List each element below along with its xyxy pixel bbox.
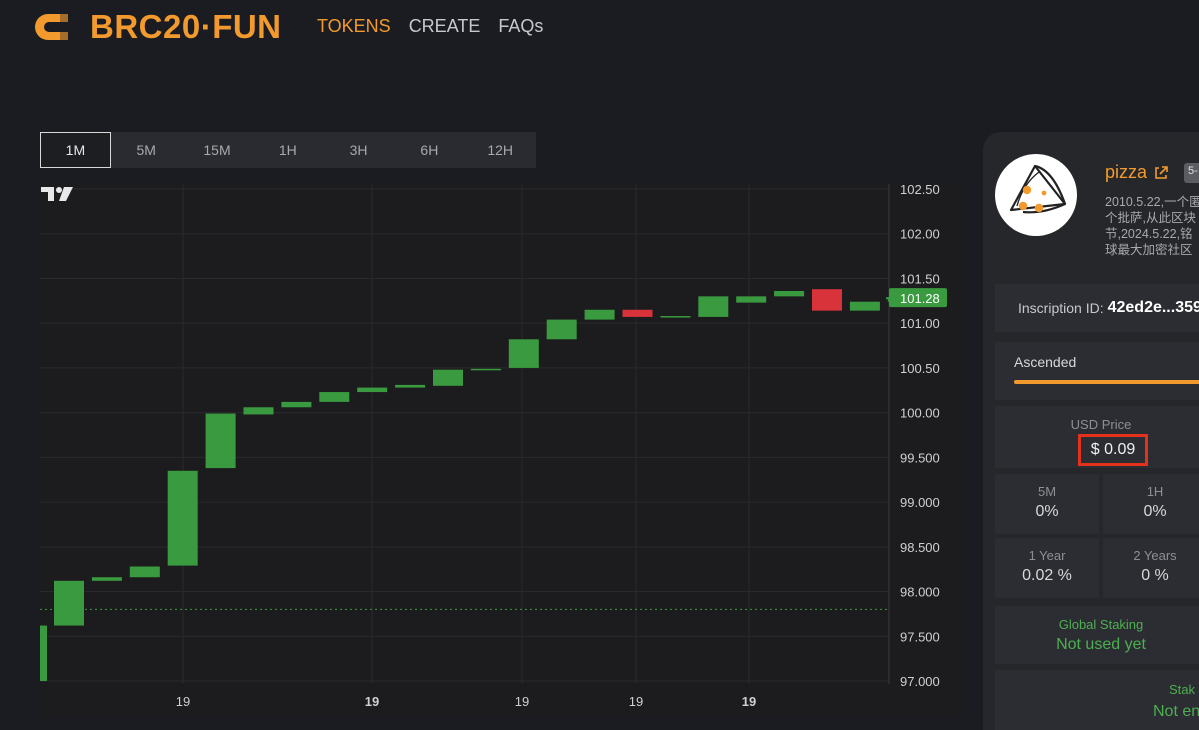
- description-line: 个批萨,从此区块: [1105, 211, 1196, 225]
- x-tick-label: 19: [629, 694, 643, 709]
- stat-value: 0.02 %: [1022, 567, 1072, 584]
- candle-bar: [395, 384, 426, 388]
- candle-bar: [774, 290, 805, 297]
- candle-bar: [281, 401, 312, 408]
- token-name[interactable]: pizza: [1105, 162, 1147, 183]
- stat-1h: 1H 0%: [1103, 474, 1199, 534]
- main-nav: TOKENS CREATE FAQs: [317, 16, 543, 37]
- external-link-icon[interactable]: [1153, 165, 1169, 181]
- candle-bar: [470, 368, 501, 371]
- candle-bar: [167, 470, 198, 566]
- stat-value: 0%: [1143, 503, 1167, 520]
- y-tick-label: 99.000: [900, 495, 940, 510]
- stat-label: 1H: [1146, 484, 1164, 499]
- candlestick-chart-svg[interactable]: 102.50 102.00 101.50 101.00 100.50 100.00 99.5…: [40, 184, 964, 717]
- ascended-progress-box: Ascended: [995, 342, 1199, 400]
- inscription-id-value[interactable]: 42ed2e...359: [1108, 299, 1199, 317]
- global-staking-label: Global Staking: [1058, 617, 1144, 632]
- stat-label: 5M: [1037, 484, 1057, 499]
- timeframe-1h-button[interactable]: 1H: [252, 132, 323, 168]
- staking-label: Stak: [1169, 682, 1196, 697]
- x-tick-label: 19: [742, 694, 756, 709]
- token-avatar: [995, 154, 1077, 236]
- description-line: 2010.5.22,一个匿: [1105, 195, 1199, 209]
- staking-value: Not en: [1153, 703, 1199, 720]
- global-staking-box: Global Staking Not used yet: [995, 606, 1199, 664]
- timeframe-6h-button[interactable]: 6H: [394, 132, 465, 168]
- timeframe-12h-button[interactable]: 12H: [465, 132, 536, 168]
- y-tick-label: 97.500: [900, 629, 940, 644]
- candle-bar: [698, 296, 729, 317]
- usd-price-label: USD Price: [1070, 417, 1132, 432]
- token-tag-badge: 5-: [1184, 163, 1199, 183]
- usd-price-value: $ 0.09: [1078, 434, 1148, 466]
- inscription-id-label: Inscription ID:: [1018, 300, 1104, 316]
- tradingview-logo-icon[interactable]: [40, 184, 76, 204]
- candle-bar: [546, 319, 577, 340]
- stat-value: 0%: [1035, 503, 1059, 520]
- top-nav: BRC20·FUN TOKENS CREATE FAQs: [0, 0, 1199, 56]
- candle-bar: [243, 407, 274, 415]
- token-name-link[interactable]: pizza: [1105, 162, 1169, 183]
- candle-bar: [205, 413, 236, 469]
- candle-bar: [129, 566, 160, 578]
- candle-bar: [736, 296, 767, 303]
- timeframe-3h-button[interactable]: 3H: [323, 132, 394, 168]
- x-tick-label: 19: [176, 694, 190, 709]
- x-tick-label: 19: [515, 694, 529, 709]
- y-tick-label: 100.00: [900, 406, 940, 421]
- brand-logo-text[interactable]: BRC20·FUN: [90, 8, 282, 46]
- ascended-label: Ascended: [1014, 354, 1077, 370]
- candle-bar: [54, 580, 84, 626]
- candle-bar: [508, 339, 539, 368]
- last-price-label: 101.28: [900, 291, 940, 306]
- nav-create[interactable]: CREATE: [409, 16, 481, 37]
- token-info-panel: pizza 5- 2010.5.22,一个匿 个批萨,从此区块 节,2024.5…: [983, 132, 1199, 730]
- description-line: 节,2024.5.22,铭: [1105, 227, 1193, 241]
- y-tick-label: 101.00: [900, 316, 940, 331]
- price-chart[interactable]: 102.50 102.00 101.50 101.00 100.50 100.00 99.5…: [40, 184, 964, 717]
- token-description: 2010.5.22,一个匿 个批萨,从此区块 节,2024.5.22,铭 球最大…: [1105, 194, 1199, 258]
- stat-label: 2 Years: [1133, 548, 1177, 563]
- magnet-logo-icon[interactable]: [32, 10, 72, 44]
- global-staking-value: Not used yet: [1056, 636, 1146, 653]
- stat-1-year: 1 Year 0.02 %: [995, 538, 1099, 598]
- candle-bar: [40, 625, 47, 681]
- nav-faqs[interactable]: FAQs: [498, 16, 543, 37]
- y-tick-label: 100.50: [900, 361, 940, 376]
- candle-bar: [812, 289, 842, 311]
- ascended-progress-bar: [1014, 380, 1199, 384]
- candle-bar: [849, 301, 880, 311]
- pizza-avatar-icon: [1009, 164, 1067, 214]
- candle-bar: [319, 392, 350, 402]
- y-tick-label: 102.50: [900, 184, 940, 197]
- description-line: 球最大加密社区: [1105, 243, 1193, 257]
- staking-box: Stak Not en: [995, 670, 1199, 730]
- y-tick-label: 98.500: [900, 540, 940, 555]
- nav-tokens[interactable]: TOKENS: [317, 16, 391, 37]
- timeframe-15m-button[interactable]: 15M: [182, 132, 253, 168]
- candle-bar: [91, 577, 122, 581]
- x-tick-label: 19: [365, 694, 379, 709]
- stat-label: 1 Year: [1028, 548, 1066, 563]
- y-tick-label: 97.000: [900, 674, 940, 689]
- candle-bar: [357, 387, 388, 393]
- y-tick-label: 99.500: [900, 450, 940, 465]
- candle-bar: [584, 309, 615, 320]
- timeframe-1m-button[interactable]: 1M: [40, 132, 111, 168]
- y-tick-label: 101.50: [900, 271, 940, 286]
- stat-value: 0 %: [1141, 567, 1169, 584]
- candle-bar: [622, 309, 653, 317]
- stat-5m: 5M 0%: [995, 474, 1099, 534]
- y-tick-label: 102.00: [900, 227, 940, 242]
- stat-2-years: 2 Years 0 %: [1103, 538, 1199, 598]
- candle-bar: [660, 316, 691, 318]
- timeframe-5m-button[interactable]: 5M: [111, 132, 182, 168]
- candle-bar: [433, 369, 463, 386]
- usd-price-box: USD Price $ 0.09: [995, 406, 1199, 468]
- inscription-id-row: Inscription ID: 42ed2e...359: [995, 284, 1199, 332]
- y-tick-label: 98.000: [900, 585, 940, 600]
- timeframe-selector: 1M 5M 15M 1H 3H 6H 12H: [40, 132, 536, 168]
